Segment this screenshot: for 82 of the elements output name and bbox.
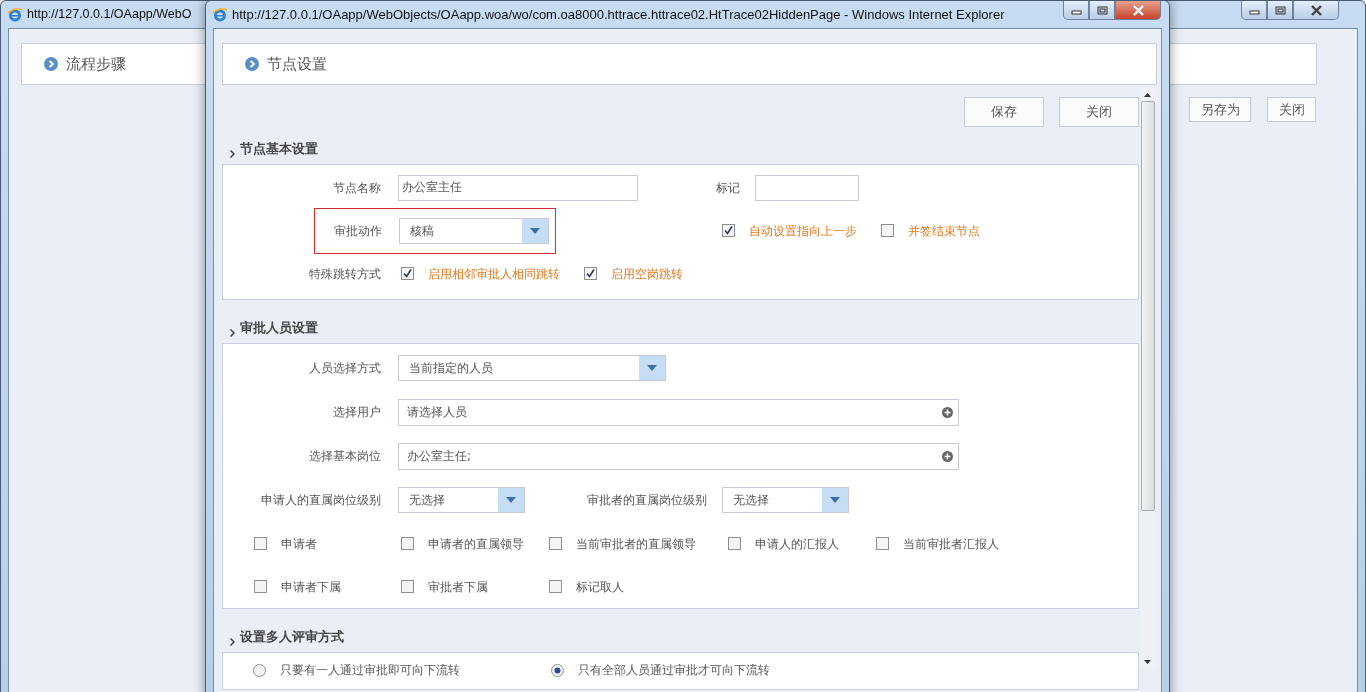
close-icon: [1309, 4, 1323, 16]
dropdown[interactable]: 当前指定的人员: [398, 355, 666, 381]
dropdown[interactable]: 无选择: [398, 487, 525, 513]
dropdown[interactable]: 无选择: [722, 487, 849, 513]
caret-icon: [647, 365, 657, 371]
checkbox[interactable]: [549, 580, 562, 593]
checkbox-label: 自动设置指向上一步: [749, 222, 857, 240]
checkbox[interactable]: [549, 537, 562, 550]
chevron-icon: [230, 150, 235, 158]
checkbox-label: 申请者的直属领导: [428, 535, 524, 553]
checkbox-label: 并签结束节点: [908, 222, 980, 240]
field-label: 标记: [716, 179, 740, 197]
minimize-button[interactable]: [1063, 1, 1089, 20]
checkbox[interactable]: [722, 224, 735, 237]
caret-icon: [506, 497, 516, 503]
browser-icon: [7, 6, 23, 23]
checkbox[interactable]: [401, 267, 414, 280]
checkbox[interactable]: [254, 580, 267, 593]
radio-button[interactable]: [551, 663, 564, 677]
caret-icon: [830, 497, 840, 503]
field-label: 选择用户: [332, 404, 381, 421]
picker-field[interactable]: 请选择人员: [398, 398, 959, 426]
arrow-circle-icon: [44, 57, 58, 71]
checkbox[interactable]: [254, 537, 267, 550]
panel-title: 流程步骤: [66, 53, 126, 75]
field-label: 审批者的直属岗位级别: [587, 492, 707, 509]
checkbox-label: 申请者: [281, 535, 317, 553]
add-icon: [942, 450, 953, 462]
close-button[interactable]: [1293, 1, 1339, 20]
add-icon: [942, 406, 953, 418]
checkbox-label: 标记取人: [576, 578, 624, 596]
window-button[interactable]: 另存为: [1189, 97, 1251, 122]
radio-label: 只有全部人员通过审批才可向下流转: [578, 662, 770, 679]
section-title: 审批人员设置: [240, 318, 318, 337]
radio-button[interactable]: [253, 663, 266, 677]
checkbox-label: 当前审批者汇报人: [903, 535, 999, 553]
maximize-icon: [1274, 5, 1286, 15]
window-button[interactable]: 保存: [964, 97, 1044, 127]
section-title: 节点基本设置: [240, 139, 318, 158]
text-field[interactable]: 办公室主任: [398, 174, 638, 201]
maximize-button[interactable]: [1089, 1, 1115, 20]
checkbox[interactable]: [881, 224, 894, 237]
close-button[interactable]: [1115, 1, 1161, 20]
panel-title: 节点设置: [267, 53, 327, 75]
checkbox[interactable]: [401, 580, 414, 593]
dropdown[interactable]: 核稿: [399, 217, 549, 244]
field-label: 节点名称: [332, 179, 381, 197]
arrow-circle-icon: [245, 57, 259, 71]
chevron-icon: [230, 638, 235, 646]
browser-icon: [212, 6, 228, 23]
radio-label: 只要有一人通过审批即可向下流转: [280, 662, 460, 679]
minimize-button[interactable]: [1241, 1, 1267, 20]
checkbox[interactable]: [584, 267, 597, 280]
scroll-down-icon: [1144, 660, 1151, 664]
text-field[interactable]: [755, 174, 859, 201]
checkbox-label: 申请者下属: [281, 578, 341, 596]
checkbox-label: 审批者下属: [428, 578, 488, 596]
checkbox[interactable]: [876, 537, 889, 550]
maximize-button[interactable]: [1267, 1, 1293, 20]
window-title: http://127.0.0.1/OAapp/WebO: [27, 6, 192, 24]
field-label: 申请人的直属岗位级别: [260, 492, 381, 509]
checkbox[interactable]: [401, 537, 414, 550]
chevron-icon: [230, 329, 235, 337]
window-title: http://127.0.0.1/OAapp/WebObjects/OAapp.woa/wo/com.oa8000.httrace.httrace02.HtTrace02HiddenPage - Windows Internet Explorer: [232, 5, 1005, 24]
checkbox-label: 申请人的汇报人: [755, 535, 839, 553]
checkbox-label: 启用空岗跳转: [611, 265, 683, 283]
checkbox[interactable]: [728, 537, 741, 550]
scroll-up-icon: [1144, 93, 1151, 97]
window-button[interactable]: 关闭: [1059, 97, 1139, 127]
caret-icon: [530, 227, 540, 234]
section-title: 设置多人评审方式: [240, 627, 344, 646]
checkbox-label: 当前审批者的直属领导: [576, 535, 696, 553]
field-label: 特殊跳转方式: [308, 265, 381, 283]
checkbox-label: 启用相邻审批人相同跳转: [428, 265, 560, 283]
scrollbar[interactable]: [1140, 89, 1156, 669]
window-button[interactable]: 关闭: [1267, 97, 1316, 122]
picker-field[interactable]: 办公室主任;: [398, 442, 959, 470]
field-label: 选择基本岗位: [308, 448, 381, 465]
field-label: 审批动作: [333, 222, 382, 240]
field-label: 人员选择方式: [308, 360, 381, 377]
close-icon: [1131, 4, 1145, 16]
maximize-icon: [1096, 5, 1108, 15]
